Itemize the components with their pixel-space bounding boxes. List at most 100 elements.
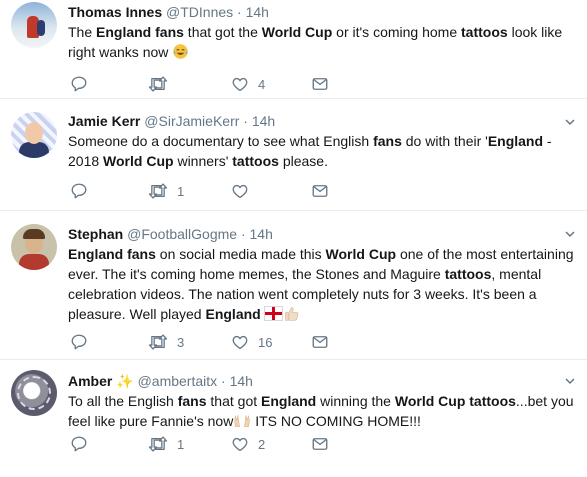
tweet-actions: 3 16 xyxy=(68,332,348,352)
search-highlight[interactable]: World Cup xyxy=(103,153,174,169)
search-highlight[interactable]: tattoos xyxy=(461,24,508,40)
like-button[interactable]: 4 xyxy=(231,74,265,94)
england-flag xyxy=(263,306,283,321)
tweet-header: Thomas Innes @TDInnes · 14h xyxy=(68,4,269,20)
tweet: Jamie Kerr @SirJamieKerr · 14h Someone d… xyxy=(0,99,587,211)
user-handle[interactable]: @FootballGogme xyxy=(127,226,237,242)
display-name[interactable]: Thomas Innes xyxy=(68,4,162,20)
chevron-down-icon[interactable] xyxy=(565,229,575,239)
tweet-header: Stephan @FootballGogme · 14h xyxy=(68,226,273,242)
search-highlight[interactable]: England fans xyxy=(96,24,184,40)
timestamp[interactable]: 14h xyxy=(250,226,273,242)
direct-message-button[interactable] xyxy=(311,434,329,454)
reply-icon xyxy=(70,182,88,200)
search-highlight[interactable]: fans xyxy=(373,133,402,149)
display-name[interactable]: Jamie Kerr xyxy=(68,113,140,129)
text-run: feel like pure Fannie's now xyxy=(68,413,234,429)
tweet-text-line: The England fans that got the World Cup … xyxy=(68,22,576,42)
search-highlight[interactable]: World Cup xyxy=(326,246,397,262)
chevron-down-icon[interactable] xyxy=(565,117,575,127)
direct-message-icon xyxy=(311,333,329,351)
tweet-text-line: To all the English fans that got England… xyxy=(68,391,576,411)
like-button[interactable] xyxy=(231,181,258,201)
reply-button[interactable] xyxy=(70,74,97,94)
text-run: winning the xyxy=(316,393,395,409)
reply-button[interactable] xyxy=(70,181,97,201)
raised-hands-emoji xyxy=(233,413,251,434)
text-run: ever. The it's coming home memes, the St… xyxy=(68,266,445,282)
search-highlight[interactable]: fans xyxy=(178,393,207,409)
retweet-button[interactable]: 3 xyxy=(148,332,184,352)
search-highlight[interactable]: England xyxy=(205,306,260,322)
reply-icon xyxy=(70,75,88,93)
direct-message-button[interactable] xyxy=(311,74,329,94)
timestamp[interactable]: 14h xyxy=(246,4,269,20)
user-handle[interactable]: @SirJamieKerr xyxy=(144,113,239,129)
display-name[interactable]: Stephan xyxy=(68,226,123,242)
reply-icon xyxy=(70,435,88,453)
avatar[interactable] xyxy=(11,2,57,48)
tweet-text-line: ever. The it's coming home memes, the St… xyxy=(68,264,576,284)
direct-message-icon xyxy=(311,182,329,200)
retweet-icon xyxy=(148,435,168,453)
retweet-count: 1 xyxy=(177,436,185,452)
text-run: do with their ' xyxy=(401,133,488,149)
text-run: or it's coming home xyxy=(332,24,462,40)
tweet-text: The England fans that got the World Cup … xyxy=(68,22,576,62)
text-run: 2018 xyxy=(68,153,104,169)
timestamp[interactable]: 14h xyxy=(230,373,253,389)
display-name[interactable]: Amber xyxy=(68,373,112,389)
tweet-feed: Thomas Innes @TDInnes · 14h The England … xyxy=(0,0,587,477)
retweet-icon xyxy=(148,333,168,351)
like-button[interactable]: 16 xyxy=(231,332,272,352)
text-run: right wanks now xyxy=(68,44,173,60)
tweet-header: Jamie Kerr @SirJamieKerr · 14h xyxy=(68,113,276,129)
text-run: ...bet you xyxy=(515,393,574,409)
tweet-text-line: right wanks now xyxy=(68,42,576,62)
chevron-down-icon[interactable] xyxy=(565,376,575,386)
like-icon xyxy=(231,435,249,453)
user-handle[interactable]: @ambertaitx xyxy=(138,373,218,389)
tweet-header: Amber ✨ @ambertaitx · 14h xyxy=(68,373,253,389)
tweet-text: England fans on social media made this W… xyxy=(68,244,576,324)
tweet-actions: 4 xyxy=(68,74,348,94)
text-run: that got xyxy=(206,393,262,409)
tears-of-joy-emoji xyxy=(172,43,189,65)
tweet-actions: 1 2 xyxy=(68,434,348,454)
direct-message-button[interactable] xyxy=(311,332,329,352)
tweet-text: Someone do a documentary to see what Eng… xyxy=(68,131,576,171)
search-highlight[interactable]: England xyxy=(261,393,316,409)
text-run: look like xyxy=(507,24,563,40)
search-highlight[interactable]: tattoos xyxy=(445,266,492,282)
tweet-text-line: celebration videos. The nation went comp… xyxy=(68,284,576,304)
tweet: Amber ✨ @ambertaitx · 14h To all the Eng… xyxy=(0,360,587,477)
like-icon xyxy=(231,182,249,200)
avatar[interactable] xyxy=(11,224,57,270)
avatar[interactable] xyxy=(11,370,57,416)
tweet-text-line: England fans on social media made this W… xyxy=(68,244,576,264)
like-icon xyxy=(231,333,249,351)
direct-message-button[interactable] xyxy=(311,181,329,201)
text-run: ITS NO COMING HOME!!! xyxy=(251,413,421,429)
search-highlight[interactable]: England xyxy=(488,133,543,149)
avatar[interactable] xyxy=(11,112,57,158)
reply-button[interactable] xyxy=(70,332,97,352)
tweet-actions: 1 xyxy=(68,181,348,201)
search-highlight[interactable]: World Cup xyxy=(262,24,333,40)
user-handle[interactable]: @TDInnes xyxy=(166,4,233,20)
reply-button[interactable] xyxy=(70,434,97,454)
text-run: , mental xyxy=(491,266,542,282)
search-highlight[interactable]: England fans xyxy=(68,246,156,262)
reply-icon xyxy=(70,333,88,351)
like-count: 4 xyxy=(258,76,266,92)
text-run: please. xyxy=(278,153,328,169)
retweet-icon xyxy=(148,182,168,200)
search-highlight[interactable]: tattoos xyxy=(232,153,279,169)
retweet-button[interactable]: 1 xyxy=(148,181,184,201)
thumbs-up-emoji xyxy=(283,305,300,327)
timestamp[interactable]: 14h xyxy=(252,113,275,129)
retweet-button[interactable] xyxy=(148,74,177,94)
search-highlight[interactable]: World Cup tattoos xyxy=(395,393,516,409)
like-button[interactable]: 2 xyxy=(231,434,265,454)
retweet-button[interactable]: 1 xyxy=(148,434,184,454)
